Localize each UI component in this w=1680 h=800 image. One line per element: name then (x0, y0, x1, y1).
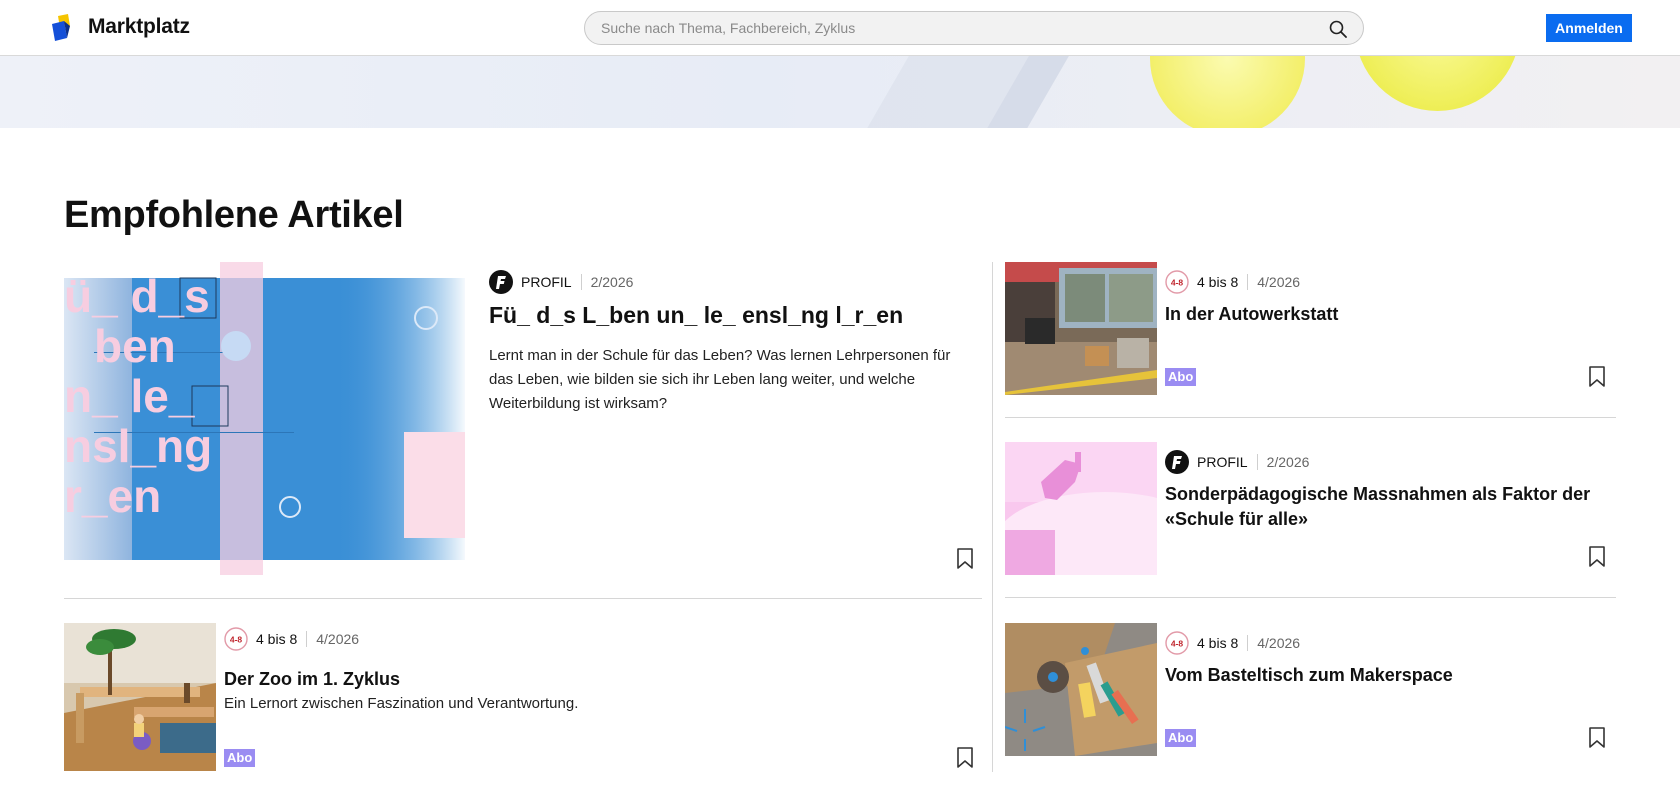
4bis8-logo-icon: 4-8 (1165, 270, 1189, 294)
section-title: Empfohlene Artikel (64, 194, 404, 236)
publication-name[interactable]: 4 bis 8 (1197, 274, 1238, 290)
publication-name[interactable]: 4 bis 8 (256, 631, 297, 647)
featured-article-card[interactable]: ü_ d_s ben n_ le_ nsl_ng r_en PROFIL 2/2… (64, 262, 982, 598)
banner-sun-shape (1355, 56, 1520, 111)
issue-number: 2/2026 (1266, 454, 1310, 470)
article-description: Lernt man in der Schule für das Leben? W… (489, 347, 951, 412)
publication-name[interactable]: PROFIL (1197, 454, 1248, 470)
article-title[interactable]: Sonderpädagogische Massnahmen als Faktor… (1165, 482, 1595, 532)
profil-logo-icon (1165, 450, 1189, 474)
profil-logo-icon (489, 270, 513, 294)
row-divider (1005, 597, 1616, 598)
hero-banner (0, 56, 1680, 128)
bookmark-icon[interactable] (1588, 366, 1606, 388)
article-card[interactable]: 4-8 4 bis 8 4/2026 In der Autowerkstatt … (1005, 262, 1616, 396)
article-description: Ein Lernort zwischen Faszination und Ver… (224, 695, 579, 712)
publication-name[interactable]: 4 bis 8 (1197, 635, 1238, 651)
article-card[interactable]: PROFIL 2/2026 Sonderpädagogische Massnah… (1005, 442, 1616, 576)
brand-name[interactable]: Marktplatz (88, 15, 190, 39)
issue-number: 2/2026 (590, 274, 634, 290)
abo-badge: Abo (1165, 368, 1197, 386)
svg-text:4-8: 4-8 (230, 635, 243, 645)
bookmark-icon[interactable] (956, 548, 974, 570)
article-meta: 4-8 4 bis 8 4/2026 (1165, 270, 1300, 294)
issue-number: 4/2026 (1257, 274, 1301, 290)
cover-text-line: n_ le_ (64, 370, 195, 422)
publication-name[interactable]: PROFIL (521, 274, 572, 290)
cover-text-line: ben (94, 320, 176, 372)
bookmark-icon[interactable] (1588, 727, 1606, 749)
article-card[interactable]: 4-8 4 bis 8 4/2026 Der Zoo im 1. Zyklus … (64, 623, 982, 773)
abo-badge: Abo (1165, 729, 1197, 747)
cover-text-line: ü_ d_s (64, 270, 210, 322)
article-thumbnail[interactable] (64, 623, 216, 771)
article-meta: PROFIL 2/2026 (489, 270, 633, 294)
article-meta: 4-8 4 bis 8 4/2026 (1165, 631, 1300, 655)
row-divider (1005, 417, 1616, 418)
bookmark-icon[interactable] (1588, 546, 1606, 568)
article-thumbnail[interactable] (1005, 442, 1157, 575)
issue-number: 4/2026 (316, 631, 360, 647)
search-icon[interactable] (1329, 20, 1347, 38)
article-title[interactable]: Der Zoo im 1. Zyklus (224, 667, 924, 692)
issue-number: 4/2026 (1257, 635, 1301, 651)
row-divider (64, 598, 982, 599)
4bis8-logo-icon: 4-8 (224, 627, 248, 651)
search-bar[interactable] (584, 11, 1364, 45)
search-input[interactable] (601, 12, 1301, 44)
article-thumbnail[interactable] (1005, 623, 1157, 756)
svg-text:4-8: 4-8 (1171, 639, 1184, 649)
cover-text-line: nsl_ng (64, 420, 212, 472)
bookmark-icon[interactable] (956, 747, 974, 769)
article-thumbnail[interactable] (1005, 262, 1157, 395)
marktplatz-logo-icon[interactable] (50, 14, 80, 42)
article-card[interactable]: 4-8 4 bis 8 4/2026 Vom Basteltisch zum M… (1005, 623, 1616, 757)
banner-sun-shape (1150, 56, 1305, 128)
cover-text-line: r_en (64, 470, 161, 522)
column-divider (992, 262, 993, 772)
abo-badge: Abo (224, 749, 256, 767)
login-button[interactable]: Anmelden (1546, 14, 1632, 42)
featured-article-cover[interactable]: ü_ d_s ben n_ le_ nsl_ng r_en (64, 262, 465, 575)
article-meta: 4-8 4 bis 8 4/2026 (224, 627, 359, 651)
article-title[interactable]: Vom Basteltisch zum Makerspace (1165, 663, 1595, 688)
article-title[interactable]: Fü_ d_s L_ben un_ le_ ensl_ng l_r_en (489, 300, 969, 330)
article-meta: PROFIL 2/2026 (1165, 450, 1309, 474)
svg-text:4-8: 4-8 (1171, 278, 1184, 288)
article-title[interactable]: In der Autowerkstatt (1165, 302, 1595, 327)
top-header: Marktplatz Anmelden (0, 0, 1680, 56)
4bis8-logo-icon: 4-8 (1165, 631, 1189, 655)
